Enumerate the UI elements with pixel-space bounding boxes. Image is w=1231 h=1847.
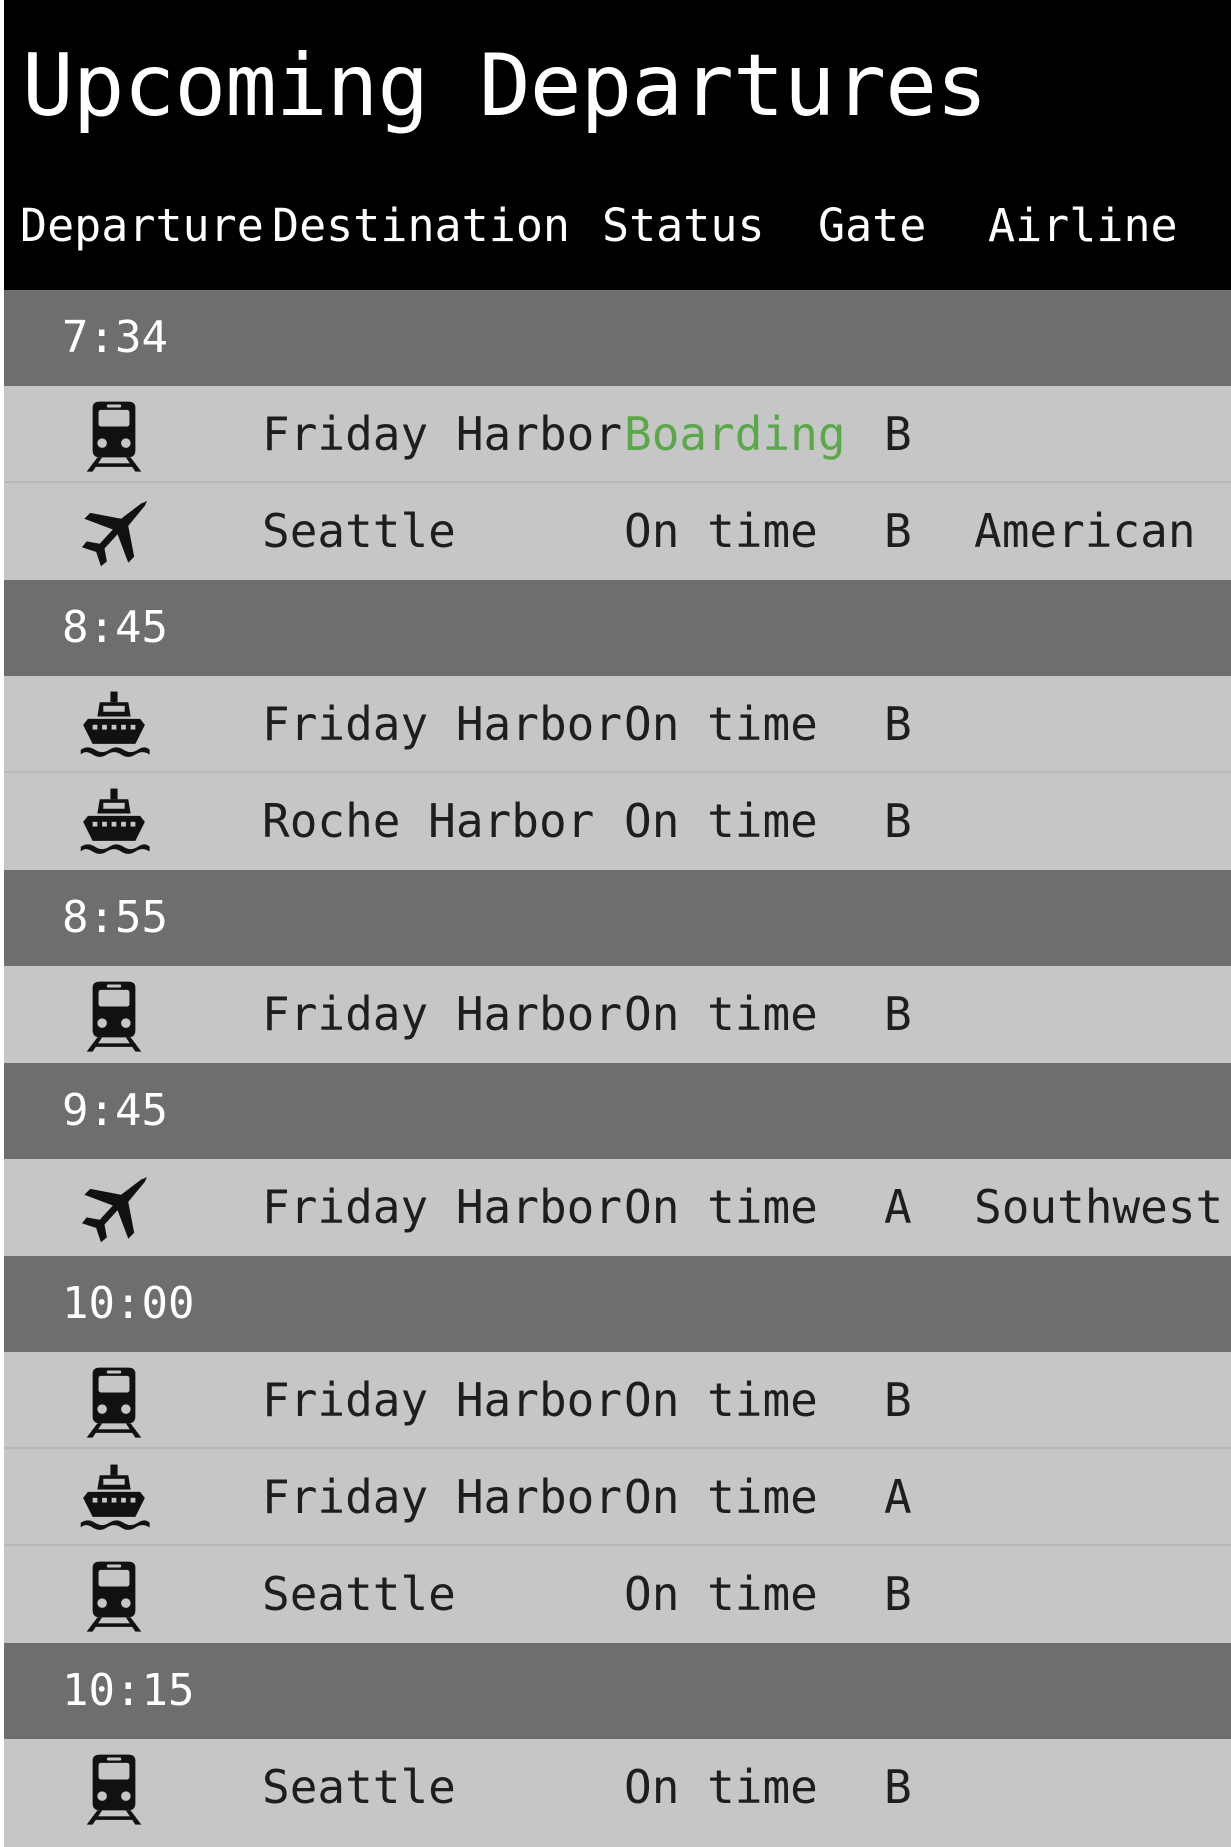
gate-cell: B	[884, 697, 912, 751]
plane-icon	[76, 1171, 152, 1247]
board-header: Upcoming Departures Departure Destinatio…	[4, 0, 1231, 290]
train-icon	[76, 398, 152, 474]
time-group-header: 8:45	[4, 580, 1231, 676]
departure-row: Friday Harbor On time B	[4, 966, 1231, 1063]
destination-cell: Friday Harbor	[262, 407, 623, 461]
destination-cell: Friday Harbor	[262, 987, 623, 1041]
train-icon	[76, 1364, 152, 1440]
destination-cell: Seattle	[262, 504, 456, 558]
departure-row: Friday Harbor On time B	[4, 676, 1231, 773]
time-group-header: 10:15	[4, 1643, 1231, 1739]
departure-row: Friday Harbor On time A	[4, 1449, 1231, 1546]
time-group-header: 7:34	[4, 290, 1231, 386]
departure-time: 8:45	[62, 602, 168, 653]
status-cell: Boarding	[624, 407, 846, 461]
train-icon	[76, 978, 152, 1054]
gate-cell: B	[884, 987, 912, 1041]
departure-time: 9:45	[62, 1085, 168, 1136]
gate-cell: A	[884, 1470, 912, 1524]
destination-cell: Roche Harbor	[262, 794, 595, 848]
gate-cell: A	[884, 1180, 912, 1234]
time-group-header: 8:55	[4, 870, 1231, 966]
destination-cell: Friday Harbor	[262, 697, 623, 751]
train-icon	[76, 1558, 152, 1634]
departure-time: 10:15	[62, 1665, 195, 1716]
gate-cell: B	[884, 407, 912, 461]
destination-cell: Friday Harbor	[262, 1470, 623, 1524]
status-cell: On time	[624, 987, 818, 1041]
column-header-departure: Departure	[20, 199, 264, 252]
train-icon	[76, 1751, 152, 1827]
column-header-destination: Destination	[272, 199, 571, 252]
airline-cell: American	[974, 504, 1196, 558]
departure-row: Seattle On time B	[4, 1546, 1231, 1643]
destination-cell: Friday Harbor	[262, 1180, 623, 1234]
status-cell: On time	[624, 1180, 818, 1234]
airline-cell: Southwest	[974, 1180, 1224, 1234]
column-header-gate: Gate	[818, 199, 927, 252]
departure-row: Friday Harbor On time A Southwest	[4, 1159, 1231, 1256]
status-cell: On time	[624, 1470, 818, 1524]
departure-row: Seattle On time B American	[4, 483, 1231, 580]
status-cell: On time	[624, 1567, 818, 1621]
destination-cell: Friday Harbor	[262, 1373, 623, 1427]
destination-cell: Seattle	[262, 1567, 456, 1621]
status-cell: On time	[624, 794, 818, 848]
time-group-header: 10:00	[4, 1256, 1231, 1352]
ferry-icon	[76, 785, 152, 861]
departures-board: Upcoming Departures Departure Destinatio…	[4, 0, 1231, 1847]
ferry-icon	[76, 1461, 152, 1537]
departure-time: 10:00	[62, 1278, 195, 1329]
departure-row: Roche Harbor On time B	[4, 773, 1231, 870]
gate-cell: B	[884, 504, 912, 558]
status-cell: On time	[624, 504, 818, 558]
page-title: Upcoming Departures	[22, 36, 988, 136]
departure-time: 8:55	[62, 892, 168, 943]
gate-cell: B	[884, 1760, 912, 1814]
status-cell: On time	[624, 1373, 818, 1427]
gate-cell: B	[884, 1567, 912, 1621]
departure-row: Friday Harbor Boarding B	[4, 386, 1231, 483]
departure-row: Seattle On time B	[4, 1739, 1231, 1836]
departures-list: 7:34 Friday Harbor Boarding B Seattle On time…	[4, 290, 1231, 1836]
time-group-header: 9:45	[4, 1063, 1231, 1159]
gate-cell: B	[884, 794, 912, 848]
column-header-airline: Airline	[988, 199, 1178, 252]
ferry-icon	[76, 688, 152, 764]
plane-icon	[76, 495, 152, 571]
status-cell: On time	[624, 697, 818, 751]
departure-time: 7:34	[62, 312, 168, 363]
destination-cell: Seattle	[262, 1760, 456, 1814]
column-header-status: Status	[602, 199, 765, 252]
departure-row: Friday Harbor On time B	[4, 1352, 1231, 1449]
gate-cell: B	[884, 1373, 912, 1427]
status-cell: On time	[624, 1760, 818, 1814]
